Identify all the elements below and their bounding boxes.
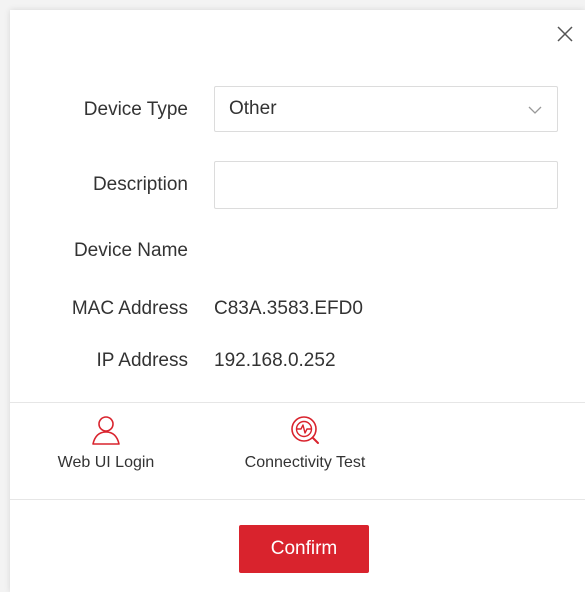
device-settings-dialog: Device Type Other Description Device Nam… <box>10 10 585 592</box>
description-label: Description <box>92 174 188 195</box>
description-input[interactable] <box>214 161 558 209</box>
connectivity-test-icon <box>291 416 319 444</box>
connectivity-test-button[interactable]: Connectivity Test <box>225 414 385 472</box>
device-name-label: Device Name <box>73 240 188 261</box>
chevron-down-icon <box>528 106 542 114</box>
ip-address-row: IP Address 192.168.0.252 <box>10 337 585 385</box>
close-icon <box>557 26 573 42</box>
device-name-row: Device Name <box>10 227 585 275</box>
device-type-row: Device Type Other <box>10 86 585 134</box>
actions-divider-top <box>10 402 585 403</box>
connectivity-test-label: Connectivity Test <box>244 454 366 471</box>
web-ui-login-label: Web UI Login <box>57 454 155 471</box>
ip-address-value: 192.168.0.252 <box>214 350 336 371</box>
device-type-label: Device Type <box>83 99 188 120</box>
close-button[interactable] <box>553 22 577 46</box>
actions-divider-bottom <box>10 499 585 500</box>
description-row: Description <box>10 161 585 209</box>
ip-address-label: IP Address <box>96 350 188 371</box>
web-ui-login-button[interactable]: Web UI Login <box>46 414 166 472</box>
device-type-select[interactable]: Other <box>214 86 558 132</box>
mac-address-row: MAC Address C83A.3583.EFD0 <box>10 285 585 333</box>
device-type-selected-value: Other <box>229 98 277 119</box>
mac-address-value: C83A.3583.EFD0 <box>214 298 363 319</box>
user-icon <box>92 416 120 445</box>
mac-address-label: MAC Address <box>71 298 188 319</box>
confirm-button[interactable]: Confirm <box>239 525 369 573</box>
